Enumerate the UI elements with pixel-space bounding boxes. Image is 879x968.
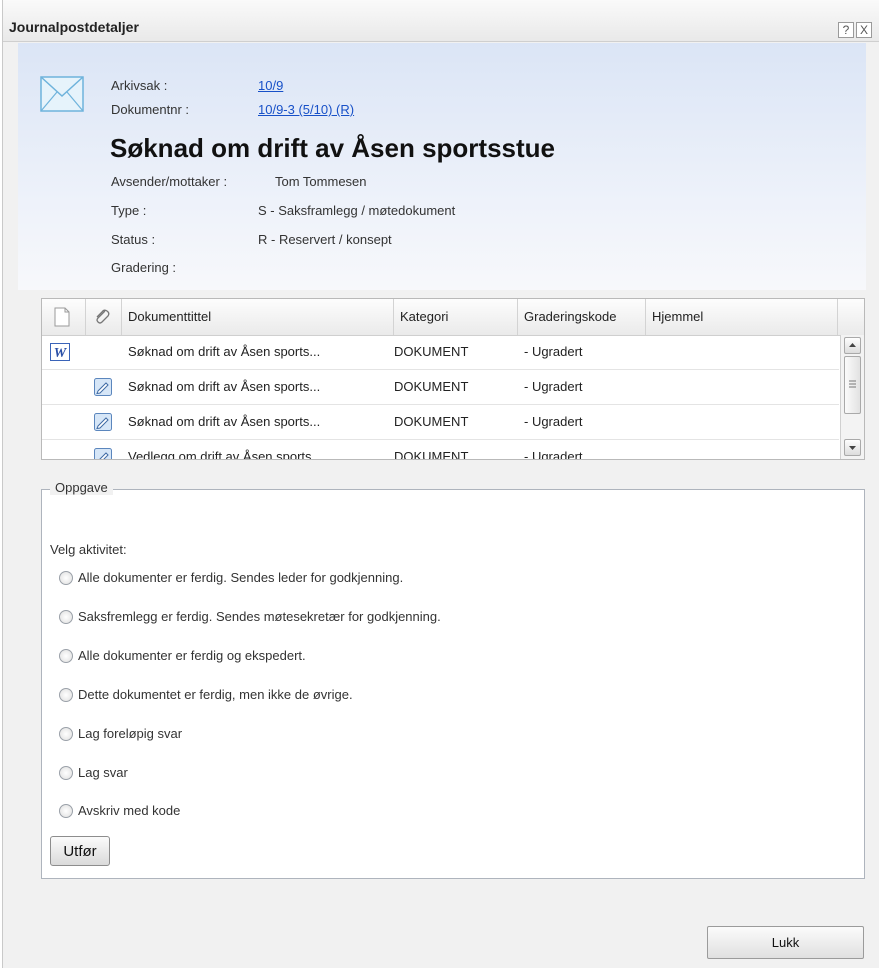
dokumentnr-label: Dokumentnr : — [111, 102, 190, 117]
gradering-cell: - Ugradert — [524, 344, 583, 359]
table-row[interactable]: Vedlegg om drift av Åsen sports... DOKUM… — [42, 440, 839, 460]
activity-option-label[interactable]: Alle dokumenter er ferdig. Sendes leder … — [78, 570, 403, 585]
table-row[interactable]: W Søknad om drift av Åsen sports... DOKU… — [42, 335, 839, 370]
activity-option-label[interactable]: Dette dokumentet er ferdig, men ikke de … — [78, 687, 353, 702]
scroll-down-button[interactable] — [844, 439, 861, 456]
document-header-panel: Arkivsak : 10/9 Dokumentnr : 10/9-3 (5/1… — [18, 43, 866, 290]
activity-option-label[interactable]: Saksfremlegg er ferdig. Sendes møtesekre… — [78, 609, 441, 624]
grid-vertical-scrollbar[interactable] — [840, 335, 864, 459]
attachment-edit-icon — [94, 448, 112, 459]
table-row[interactable]: Søknad om drift av Åsen sports... DOKUME… — [42, 370, 839, 405]
utfor-button[interactable]: Utfør — [50, 836, 110, 866]
arrow-up-icon — [849, 343, 856, 347]
doc-title-cell: Søknad om drift av Åsen sports... — [128, 344, 321, 359]
header-doc-icon-cell — [42, 299, 86, 335]
avsender-label: Avsender/mottaker : — [111, 174, 228, 189]
scroll-thumb[interactable] — [844, 356, 861, 414]
table-row[interactable]: Søknad om drift av Åsen sports... DOKUME… — [42, 405, 839, 440]
help-button[interactable]: ? — [838, 22, 854, 38]
paperclip-icon — [96, 309, 110, 324]
gradering-cell: - Ugradert — [524, 449, 583, 460]
avsender-value: Tom Tommesen — [275, 174, 367, 189]
arrow-down-icon — [849, 446, 856, 450]
activity-option-label[interactable]: Avskriv med kode — [78, 803, 180, 818]
radio-button[interactable] — [59, 571, 73, 585]
radio-button[interactable] — [59, 610, 73, 624]
close-button[interactable]: X — [856, 22, 872, 38]
mail-envelope-icon — [40, 76, 84, 112]
dialog-title: Journalpostdetaljer — [9, 19, 139, 35]
activity-option-label[interactable]: Lag svar — [78, 765, 128, 780]
journalpost-dialog: Journalpostdetaljer ? X Arkivsak : 10/9 … — [2, 0, 879, 968]
kategori-cell: DOKUMENT — [394, 379, 469, 394]
column-header-hjemmel[interactable]: Hjemmel — [646, 299, 838, 335]
radio-button[interactable] — [59, 649, 73, 663]
type-value: S - Saksframlegg / møtedokument — [258, 203, 456, 218]
gradering-label: Gradering : — [111, 260, 177, 275]
column-header-dokumenttittel[interactable]: Dokumenttittel — [122, 299, 394, 335]
attachment-edit-icon — [94, 413, 112, 431]
arkivsak-link[interactable]: 10/9 — [258, 78, 283, 93]
header-attachment-cell — [86, 299, 122, 335]
radio-button[interactable] — [59, 688, 73, 702]
activity-option-label[interactable]: Lag foreløpig svar — [78, 726, 182, 741]
doc-title-cell: Vedlegg om drift av Åsen sports... — [128, 449, 323, 460]
hjemmel-cell — [652, 405, 832, 439]
dokumentnr-link[interactable]: 10/9-3 (5/10) (R) — [258, 102, 354, 117]
activity-option-label[interactable]: Alle dokumenter er ferdig og ekspedert. — [78, 648, 306, 663]
radio-button[interactable] — [59, 804, 73, 818]
type-label: Type : — [111, 203, 147, 218]
doc-title-cell: Søknad om drift av Åsen sports... — [128, 414, 321, 429]
status-value: R - Reservert / konsept — [258, 232, 392, 247]
column-header-kategori[interactable]: Kategori — [394, 299, 518, 335]
svg-text:W: W — [54, 346, 68, 361]
gradering-cell: - Ugradert — [524, 379, 583, 394]
hjemmel-cell — [652, 370, 832, 404]
radio-button[interactable] — [59, 766, 73, 780]
scroll-up-button[interactable] — [844, 337, 861, 354]
attachment-edit-icon — [94, 378, 112, 396]
arkivsak-label: Arkivsak : — [111, 78, 168, 93]
kategori-cell: DOKUMENT — [394, 414, 469, 429]
grip-icon — [849, 380, 856, 388]
column-header-graderingskode[interactable]: Graderingskode — [518, 299, 646, 335]
document-title: Søknad om drift av Åsen sportsstue — [110, 133, 555, 163]
lukk-button[interactable]: Lukk — [707, 926, 864, 959]
hjemmel-cell — [652, 335, 832, 369]
task-fieldset: Oppgave Velg aktivitet: Alle dokumenter … — [41, 480, 865, 879]
grid-header: Dokumenttittel Kategori Graderingskode H… — [42, 299, 864, 336]
task-legend: Oppgave — [50, 480, 113, 495]
gradering-cell: - Ugradert — [524, 414, 583, 429]
status-label: Status : — [111, 232, 156, 247]
dialog-titlebar: Journalpostdetaljer ? X — [3, 0, 879, 42]
kategori-cell: DOKUMENT — [394, 344, 469, 359]
word-doc-icon: W — [50, 343, 70, 361]
hjemmel-cell — [652, 440, 832, 459]
kategori-cell: DOKUMENT — [394, 449, 469, 460]
page-icon — [54, 307, 70, 327]
document-grid: Dokumenttittel Kategori Graderingskode H… — [41, 298, 865, 460]
velg-aktivitet-label: Velg aktivitet: — [50, 542, 127, 557]
doc-title-cell: Søknad om drift av Åsen sports... — [128, 379, 321, 394]
radio-button[interactable] — [59, 727, 73, 741]
